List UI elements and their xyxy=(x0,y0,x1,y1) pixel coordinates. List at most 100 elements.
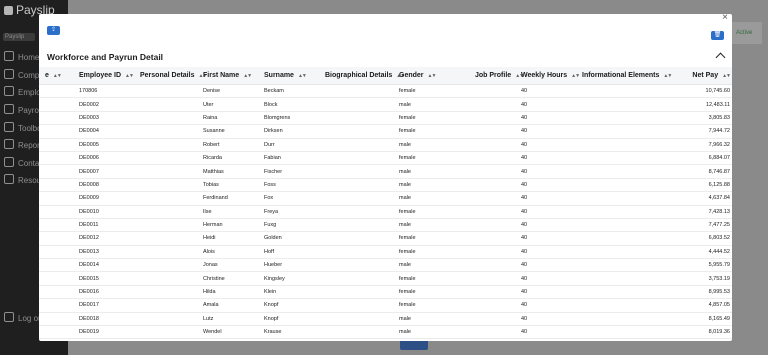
table-row[interactable]: DE0003 Raina Blomgrens female 40 3,805.83 xyxy=(39,111,732,126)
column-header-informational-elements[interactable]: Informational Elements ▲▼ xyxy=(582,67,690,85)
table-row[interactable]: DE0013 Alois Hoff female 40 4,444.52 xyxy=(39,245,732,260)
cell-informational-elements xyxy=(582,271,690,286)
cell-biographical-details xyxy=(325,164,399,179)
cell-surname: Krause xyxy=(264,325,325,340)
column-header-net-pay[interactable]: Net Pay ▲▼ xyxy=(690,67,732,85)
table-row[interactable]: DE0012 Heidi Golden female 40 6,803.52 xyxy=(39,231,732,246)
column-header-weekly-hours[interactable]: Weekly Hours ▲▼ xyxy=(521,67,582,85)
nav-payroll[interactable]: Payroll xyxy=(4,104,42,115)
cell-personal-details xyxy=(140,245,203,260)
cell-biographical-details xyxy=(325,285,399,300)
cell-gender: female xyxy=(399,205,475,219)
cell-first-name: Matthias xyxy=(203,164,264,179)
table-row[interactable]: DE0018 Lutz Knopf male 40 8,165.49 xyxy=(39,312,732,327)
cell-first-name: Herman xyxy=(203,218,264,233)
upload-icon: ⇪ xyxy=(50,27,57,33)
column-header-gender[interactable]: Gender ▲▼ xyxy=(399,67,475,85)
sort-icon[interactable]: ▲▼ xyxy=(428,73,437,79)
table-row[interactable]: DE0006 Ricarda Fabian female 40 6,884.07 xyxy=(39,151,732,166)
table-row[interactable]: DE0008 Tobias Foss male 40 6,125.88 xyxy=(39,178,732,193)
cell-gender: male xyxy=(399,258,475,273)
column-header-employee-id[interactable]: Employee ID ▲▼ xyxy=(79,67,140,85)
table-row[interactable]: DE0019 Wendel Krause male 40 8,019.36 xyxy=(39,325,732,340)
table-row[interactable]: DE0007 Matthias Fischer male 40 8,746.87 xyxy=(39,164,732,179)
column-header-personal-details[interactable]: Personal Details▲▼ xyxy=(140,67,207,85)
cell-net-pay: 6,803.52 xyxy=(690,231,732,246)
cell-surname: Golden xyxy=(264,231,325,246)
cell-employee-id: DE0010 xyxy=(79,205,140,219)
cell-partial xyxy=(39,178,79,193)
users-icon xyxy=(4,86,14,96)
sort-icon[interactable]: ▲▼ xyxy=(298,73,307,79)
column-header-job-profile[interactable]: Job Profile ▲▼ xyxy=(475,67,524,85)
table-row[interactable]: DE0005 Robert Durr male 40 7,966.32 xyxy=(39,138,732,152)
column-header-partial[interactable]: e ▲▼ xyxy=(39,67,79,85)
sort-icon[interactable]: ▲▼ xyxy=(53,73,62,79)
cell-biographical-details xyxy=(325,325,399,340)
cell-partial xyxy=(39,245,79,260)
cell-partial xyxy=(39,191,79,206)
cell-informational-elements xyxy=(582,124,690,139)
column-header-first-name[interactable]: First Name ▲▼ xyxy=(203,67,264,85)
table-row[interactable]: DE0009 Ferdinand Fox male 40 4,637.84 xyxy=(39,191,732,206)
cell-employee-id: DE0003 xyxy=(79,111,140,126)
table-row[interactable]: DE0014 Jonas Hueber male 40 5,955.79 xyxy=(39,258,732,273)
cell-partial xyxy=(39,325,79,340)
cell-first-name: Robert xyxy=(203,138,264,152)
table-row[interactable]: DE0011 Herman Fuxg male 40 7,477.25 xyxy=(39,218,732,233)
modal-title: Workforce and Payrun Detail xyxy=(47,52,164,62)
column-header-biographical-details[interactable]: Biographical Details▲▼ xyxy=(325,67,405,85)
cell-personal-details xyxy=(140,97,203,112)
sort-icon[interactable]: ▲▼ xyxy=(571,73,580,79)
cell-weekly-hours: 40 xyxy=(521,205,582,219)
chevron-up-icon[interactable] xyxy=(715,52,726,63)
cell-biographical-details xyxy=(325,111,399,126)
cell-biographical-details xyxy=(325,312,399,327)
cell-surname: Block xyxy=(264,97,325,112)
cell-weekly-hours: 40 xyxy=(521,218,582,233)
table-header-row: e▲▼Employee ID▲▼Personal Details▲▼First … xyxy=(39,67,732,85)
cell-net-pay: 8,165.49 xyxy=(690,312,732,327)
cell-surname: Hoff xyxy=(264,245,325,260)
cell-weekly-hours: 40 xyxy=(521,271,582,286)
table-row[interactable]: DE0002 Uter Block male 40 12,483.11 xyxy=(39,97,732,112)
table-row[interactable]: DE0010 Ilse Freya female 40 7,428.13 xyxy=(39,205,732,219)
sort-icon[interactable]: ▲▼ xyxy=(722,73,731,79)
close-icon[interactable]: × xyxy=(722,14,728,23)
table-row[interactable]: DE0016 Hilda Klein female 40 8,995.53 xyxy=(39,285,732,300)
cell-biographical-details xyxy=(325,231,399,246)
upload-button[interactable]: ⇪ xyxy=(47,26,60,35)
contact-icon xyxy=(4,157,14,167)
cell-job-profile xyxy=(475,191,521,206)
cell-biographical-details xyxy=(325,298,399,313)
cell-weekly-hours: 40 xyxy=(521,164,582,179)
nav-home[interactable]: Home xyxy=(4,51,39,62)
cell-personal-details xyxy=(140,285,203,300)
cell-net-pay: 7,944.72 xyxy=(690,124,732,139)
sort-icon[interactable]: ▲▼ xyxy=(243,73,252,79)
cell-first-name: Lutz xyxy=(203,312,264,327)
cell-employee-id: DE0017 xyxy=(79,298,140,313)
company-pill[interactable]: Payslip xyxy=(3,33,35,41)
cell-employee-id: DE0011 xyxy=(79,218,140,233)
table-row[interactable]: DE0015 Christine Kingsley female 40 3,753.19 xyxy=(39,271,732,286)
column-header-surname[interactable]: Surname ▲▼ xyxy=(264,67,325,85)
cell-surname: Fuxg xyxy=(264,218,325,233)
data-table-container[interactable]: e▲▼Employee ID▲▼Personal Details▲▼First … xyxy=(39,67,732,341)
cell-job-profile xyxy=(475,285,521,300)
cell-gender: female xyxy=(399,231,475,246)
cell-weekly-hours: 40 xyxy=(521,325,582,340)
delete-button[interactable]: 🗑 xyxy=(711,31,724,40)
table-row[interactable]: DE0017 Amala Knopf female 40 4,857.05 xyxy=(39,298,732,313)
cell-informational-elements xyxy=(582,138,690,152)
sort-icon[interactable]: ▲▼ xyxy=(663,73,672,79)
cell-informational-elements xyxy=(582,205,690,219)
column-header-label: First Name xyxy=(203,72,240,79)
table-row[interactable]: DE0004 Susanne Dirksen female 40 7,944.72 xyxy=(39,124,732,139)
sort-icon[interactable]: ▲▼ xyxy=(125,73,134,79)
cell-informational-elements xyxy=(582,325,690,340)
cell-weekly-hours: 40 xyxy=(521,312,582,327)
cell-personal-details xyxy=(140,151,203,166)
cell-biographical-details xyxy=(325,151,399,166)
table-row[interactable]: 170806 Denise Beckam female 40 10,745.60 xyxy=(39,84,732,99)
